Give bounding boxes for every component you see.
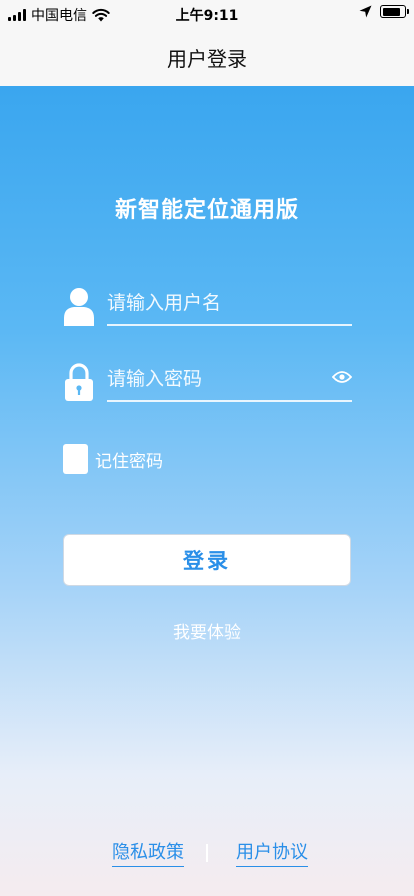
- status-time: 上午9:11: [175, 8, 239, 24]
- nav-bar: 用户登录: [0, 28, 414, 86]
- username-underline: [107, 324, 352, 326]
- page-title: 用户登录: [167, 46, 247, 71]
- login-button[interactable]: 登录: [63, 534, 351, 586]
- person-icon: [63, 286, 95, 326]
- remember-checkbox[interactable]: [63, 444, 88, 474]
- footer-links: 隐私政策 用户协议: [0, 838, 414, 868]
- password-input[interactable]: [107, 362, 352, 396]
- lock-icon: [63, 362, 95, 402]
- remember-password[interactable]: 记住密码: [63, 444, 163, 474]
- app-title: 新智能定位通用版: [114, 198, 299, 223]
- login-screen: 新智能定位通用版 记住密码: [0, 86, 414, 896]
- location-arrow-icon: [359, 5, 372, 18]
- eye-icon[interactable]: [332, 370, 352, 384]
- footer-divider: [206, 844, 208, 862]
- password-field: [63, 358, 352, 408]
- status-bar: 中国电信 上午9:11: [0, 0, 414, 28]
- privacy-policy-link[interactable]: 隐私政策: [112, 838, 184, 867]
- username-field: [63, 282, 352, 332]
- trial-link[interactable]: 我要体验: [0, 618, 414, 643]
- remember-label: 记住密码: [95, 451, 163, 472]
- battery-icon: [380, 5, 409, 18]
- username-input[interactable]: [107, 286, 352, 320]
- user-agreement-link[interactable]: 用户协议: [236, 838, 308, 867]
- password-underline: [107, 400, 352, 402]
- status-right: [359, 5, 409, 18]
